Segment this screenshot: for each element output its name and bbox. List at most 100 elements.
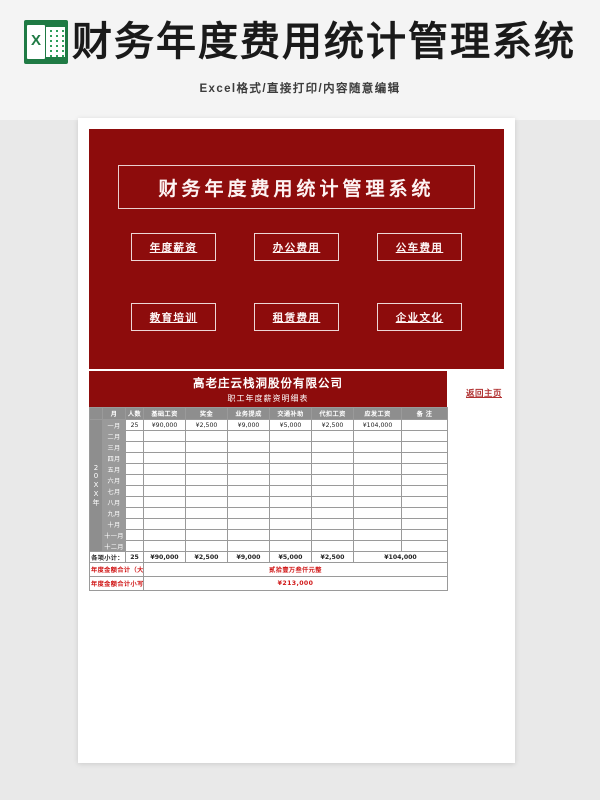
cell-month[interactable]: 十月 [102,518,126,530]
cell-bonus[interactable] [185,463,228,475]
cell-remark[interactable] [401,496,448,508]
cell-payable[interactable] [353,441,402,453]
cell-month[interactable]: 三月 [102,441,126,453]
cell-headcount[interactable] [125,463,144,475]
cell-base[interactable] [143,529,186,541]
cell-transport[interactable] [269,485,312,497]
cell-commission[interactable] [227,496,270,508]
cell-transport[interactable] [269,474,312,486]
cell-payable[interactable] [353,463,402,475]
cell-bonus[interactable] [185,496,228,508]
cell-payable[interactable] [353,518,402,530]
cell-commission[interactable] [227,463,270,475]
cell-bonus[interactable] [185,474,228,486]
cell-headcount[interactable] [125,474,144,486]
cell-commission[interactable] [227,518,270,530]
cell-headcount[interactable] [125,518,144,530]
cell-commission[interactable] [227,485,270,497]
cell-transport[interactable] [269,463,312,475]
cell-withheld[interactable] [311,441,354,453]
cell-base[interactable] [143,463,186,475]
cell-withheld[interactable] [311,518,354,530]
cell-transport[interactable] [269,507,312,519]
cell-remark[interactable] [401,474,448,486]
total-lower-value[interactable]: ¥213,000 [143,576,448,591]
nav-button-rental-expense[interactable]: 租赁费用 [254,303,339,331]
cell-remark[interactable] [401,441,448,453]
cell-month[interactable]: 六月 [102,474,126,486]
cell-remark[interactable] [401,485,448,497]
cell-base[interactable]: ¥90,000 [143,419,186,431]
cell-month[interactable]: 九月 [102,507,126,519]
cell-transport[interactable] [269,518,312,530]
cell-base[interactable] [143,441,186,453]
nav-button-corporate-culture[interactable]: 企业文化 [377,303,462,331]
cell-month[interactable]: 八月 [102,496,126,508]
cell-commission[interactable] [227,441,270,453]
cell-payable[interactable] [353,529,402,541]
nav-button-office-expense[interactable]: 办公费用 [254,233,339,261]
cell-month[interactable]: 七月 [102,485,126,497]
cell-base[interactable] [143,452,186,464]
nav-button-annual-salary[interactable]: 年度薪资 [131,233,216,261]
cell-commission[interactable]: ¥9,000 [227,419,270,431]
cell-withheld[interactable] [311,463,354,475]
cell-month[interactable]: 五月 [102,463,126,475]
cell-headcount[interactable] [125,529,144,541]
cell-bonus[interactable] [185,485,228,497]
cell-withheld[interactable] [311,540,354,552]
cell-base[interactable] [143,496,186,508]
cell-payable[interactable] [353,540,402,552]
cell-month[interactable]: 一月 [102,419,126,431]
cell-remark[interactable] [401,463,448,475]
cell-headcount[interactable] [125,441,144,453]
cell-remark[interactable] [401,419,448,431]
cell-payable[interactable] [353,430,402,442]
cell-transport[interactable] [269,452,312,464]
cell-bonus[interactable]: ¥2,500 [185,419,228,431]
cell-transport[interactable] [269,496,312,508]
cell-withheld[interactable] [311,529,354,541]
cell-bonus[interactable] [185,529,228,541]
cell-month[interactable]: 二月 [102,430,126,442]
cell-bonus[interactable] [185,540,228,552]
cell-commission[interactable] [227,474,270,486]
cell-commission[interactable] [227,452,270,464]
return-home-link[interactable]: 返回主页 [466,387,502,399]
cell-headcount[interactable] [125,430,144,442]
cell-remark[interactable] [401,540,448,552]
cell-base[interactable] [143,430,186,442]
cell-commission[interactable] [227,507,270,519]
total-upper-value[interactable]: 贰拾壹万叁仟元整 [143,562,448,577]
cell-bonus[interactable] [185,441,228,453]
cell-withheld[interactable] [311,485,354,497]
cell-headcount[interactable] [125,496,144,508]
cell-commission[interactable] [227,540,270,552]
cell-base[interactable] [143,518,186,530]
cell-remark[interactable] [401,518,448,530]
nav-button-education-training[interactable]: 教育培训 [131,303,216,331]
cell-withheld[interactable] [311,474,354,486]
cell-transport[interactable] [269,529,312,541]
cell-headcount[interactable] [125,507,144,519]
cell-transport[interactable]: ¥5,000 [269,419,312,431]
cell-month[interactable]: 四月 [102,452,126,464]
cell-base[interactable] [143,507,186,519]
cell-commission[interactable] [227,430,270,442]
cell-remark[interactable] [401,529,448,541]
cell-withheld[interactable] [311,496,354,508]
cell-transport[interactable] [269,540,312,552]
cell-headcount[interactable] [125,452,144,464]
cell-bonus[interactable] [185,507,228,519]
cell-base[interactable] [143,474,186,486]
cell-withheld[interactable] [311,507,354,519]
cell-payable[interactable] [353,485,402,497]
cell-base[interactable] [143,485,186,497]
cell-payable[interactable] [353,496,402,508]
cell-payable[interactable]: ¥104,000 [353,419,402,431]
cell-headcount[interactable] [125,485,144,497]
cell-base[interactable] [143,540,186,552]
cell-payable[interactable] [353,474,402,486]
cell-withheld[interactable] [311,452,354,464]
cell-payable[interactable] [353,452,402,464]
